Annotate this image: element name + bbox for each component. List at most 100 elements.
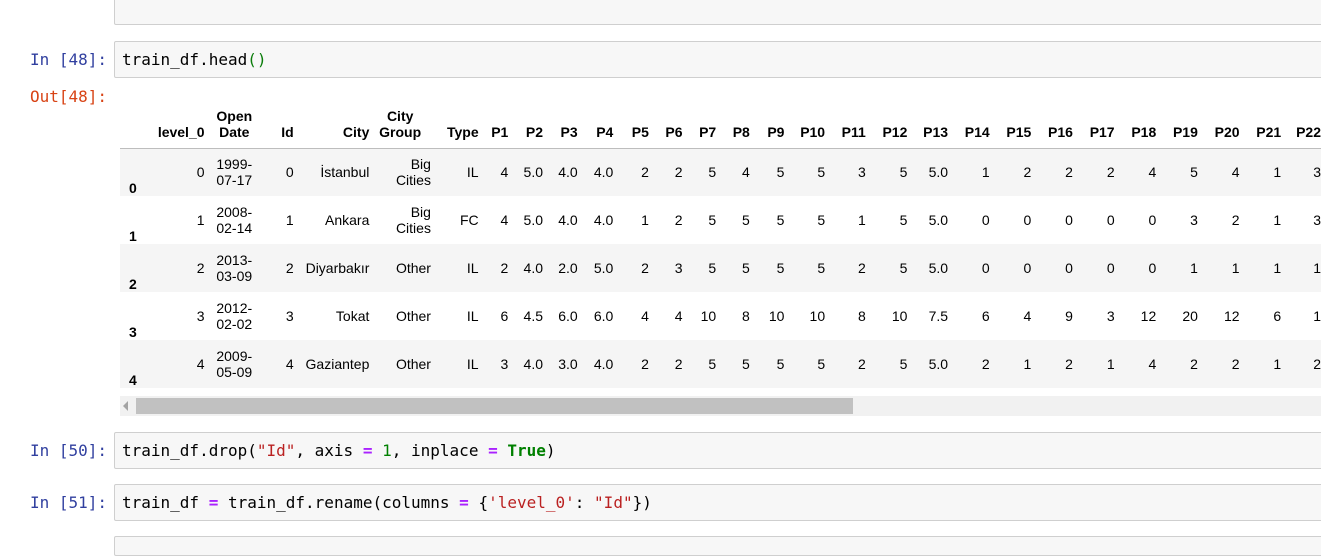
- table-cell: 5: [817, 260, 826, 276]
- row-index: 1: [129, 228, 137, 244]
- table-cell: 3: [196, 308, 205, 324]
- dataframe-output: level_0 Open Date Id City City Group Type P1 P2 P3…: [120, 100, 1321, 420]
- scrollbar-thumb[interactable]: [136, 398, 853, 414]
- column-header: P14: [948, 100, 990, 149]
- table-cell: 10: [700, 308, 717, 324]
- table-cell: 7.5: [928, 308, 949, 324]
- table-cell: Big Cities: [395, 204, 431, 236]
- table-cell: 5.0: [928, 356, 949, 372]
- table-cell: 0: [1106, 260, 1115, 276]
- code-token: train_df: [122, 493, 209, 512]
- table-cell: 5.0: [928, 164, 949, 181]
- table-cell: 6.0: [558, 308, 578, 324]
- row-index: 2: [129, 276, 137, 292]
- table-cell: 1: [1313, 260, 1321, 276]
- code-token: , inplace: [391, 441, 489, 460]
- table-cell: 3: [1190, 212, 1198, 228]
- table-cell: 2: [1190, 356, 1198, 372]
- column-header: Open Date: [204, 100, 265, 149]
- code-token: {: [468, 493, 489, 512]
- code-cell-51[interactable]: train_df = train_df.rename(columns = {'l…: [114, 484, 1321, 521]
- table-cell: 20: [1182, 308, 1198, 324]
- table-cell: 10: [768, 308, 785, 324]
- table-cell: 10: [809, 308, 826, 324]
- table-cell: 1: [1313, 308, 1321, 324]
- code-line[interactable]: train_df.drop("Id", axis = 1, inplace = …: [122, 441, 556, 460]
- column-header: P19: [1156, 100, 1198, 149]
- code-token: =: [459, 493, 469, 512]
- column-header: P17: [1072, 100, 1115, 149]
- table-cell: 0: [1148, 212, 1157, 228]
- column-header: P4: [577, 100, 614, 149]
- output-prompt-48: Out[48]:: [30, 87, 108, 106]
- code-line[interactable]: train_df.head(): [122, 50, 267, 69]
- table-cell: Gaziantep: [305, 356, 370, 372]
- table-cell: 4.0: [523, 356, 543, 372]
- table-cell: 8: [742, 308, 750, 324]
- table-cell: 2.0: [558, 260, 578, 276]
- column-header: P20: [1197, 100, 1240, 149]
- code-line[interactable]: train_df = train_df.rename(columns = {'l…: [122, 493, 652, 512]
- table-cell: 5: [742, 212, 750, 228]
- table-cell: 2: [196, 260, 205, 276]
- table-cell: 1999- 07-17: [216, 156, 253, 189]
- code-cell-48[interactable]: train_df.head(): [114, 41, 1321, 78]
- column-header: City Group: [369, 100, 431, 149]
- table-cell: 2: [981, 356, 990, 372]
- table-cell: 5: [708, 212, 717, 228]
- table-cell: 2: [641, 164, 649, 181]
- code-cell-50[interactable]: train_df.drop("Id", axis = 1, inplace = …: [114, 432, 1321, 469]
- table-cell: 4.0: [558, 212, 578, 228]
- table-cell: 4: [641, 308, 649, 324]
- table-cell: 5.0: [523, 212, 543, 228]
- next-code-cell[interactable]: [114, 536, 1321, 556]
- table-cell: 2: [285, 260, 294, 276]
- previous-code-cell[interactable]: [114, 0, 1321, 25]
- code-token: =: [488, 441, 498, 460]
- scroll-left-arrow-icon[interactable]: [123, 401, 128, 411]
- table-cell: 5.0: [928, 260, 949, 276]
- code-token: 1: [382, 441, 392, 460]
- table-cell: 4.0: [523, 260, 543, 276]
- table-cell: 2: [1065, 356, 1073, 372]
- column-header: P6: [648, 100, 683, 149]
- code-token: train_df.drop(: [122, 441, 257, 460]
- column-header: P2: [508, 100, 543, 149]
- table-cell: 2009- 05-09: [216, 348, 253, 380]
- table-cell: IL: [466, 356, 479, 372]
- table-cell: 2: [674, 356, 683, 372]
- table-cell: 1: [857, 212, 866, 228]
- table-cell: 4: [1023, 308, 1032, 324]
- table-cell: 2: [857, 260, 866, 276]
- table-cell: 2: [1106, 164, 1115, 181]
- input-prompt-51: In [51]:: [30, 493, 108, 512]
- table-cell: 5: [742, 356, 750, 372]
- code-token: True: [507, 441, 546, 460]
- column-header: P8: [716, 100, 750, 149]
- table-cell: 2: [500, 260, 509, 276]
- table-cell: 5.0: [523, 164, 543, 181]
- table-cell: 5: [742, 260, 750, 276]
- table-cell: 2012- 02-02: [216, 300, 253, 332]
- table-cell: 2: [1231, 212, 1240, 228]
- table-cell: 4: [500, 164, 509, 181]
- table-cell: 4: [500, 212, 509, 228]
- table-cell: 3.0: [558, 356, 578, 372]
- table-cell: 4.0: [558, 164, 578, 181]
- horizontal-scrollbar[interactable]: [120, 396, 1321, 416]
- table-cell: IL: [466, 308, 479, 324]
- table-cell: 0: [196, 164, 205, 181]
- input-prompt-50: In [50]:: [30, 441, 108, 460]
- table-cell: Other: [395, 308, 431, 324]
- table-cell: 2: [857, 356, 866, 372]
- table-cell: 4: [196, 356, 205, 372]
- column-header: P21: [1239, 100, 1282, 149]
- column-header: P11: [825, 100, 866, 149]
- table-cell: 0: [1106, 212, 1115, 228]
- table-cell: 5: [899, 260, 908, 276]
- column-header: P12: [865, 100, 908, 149]
- table-cell: 0: [1023, 260, 1032, 276]
- table-cell: 4.5: [523, 308, 543, 324]
- table-cell: 1: [1273, 212, 1282, 228]
